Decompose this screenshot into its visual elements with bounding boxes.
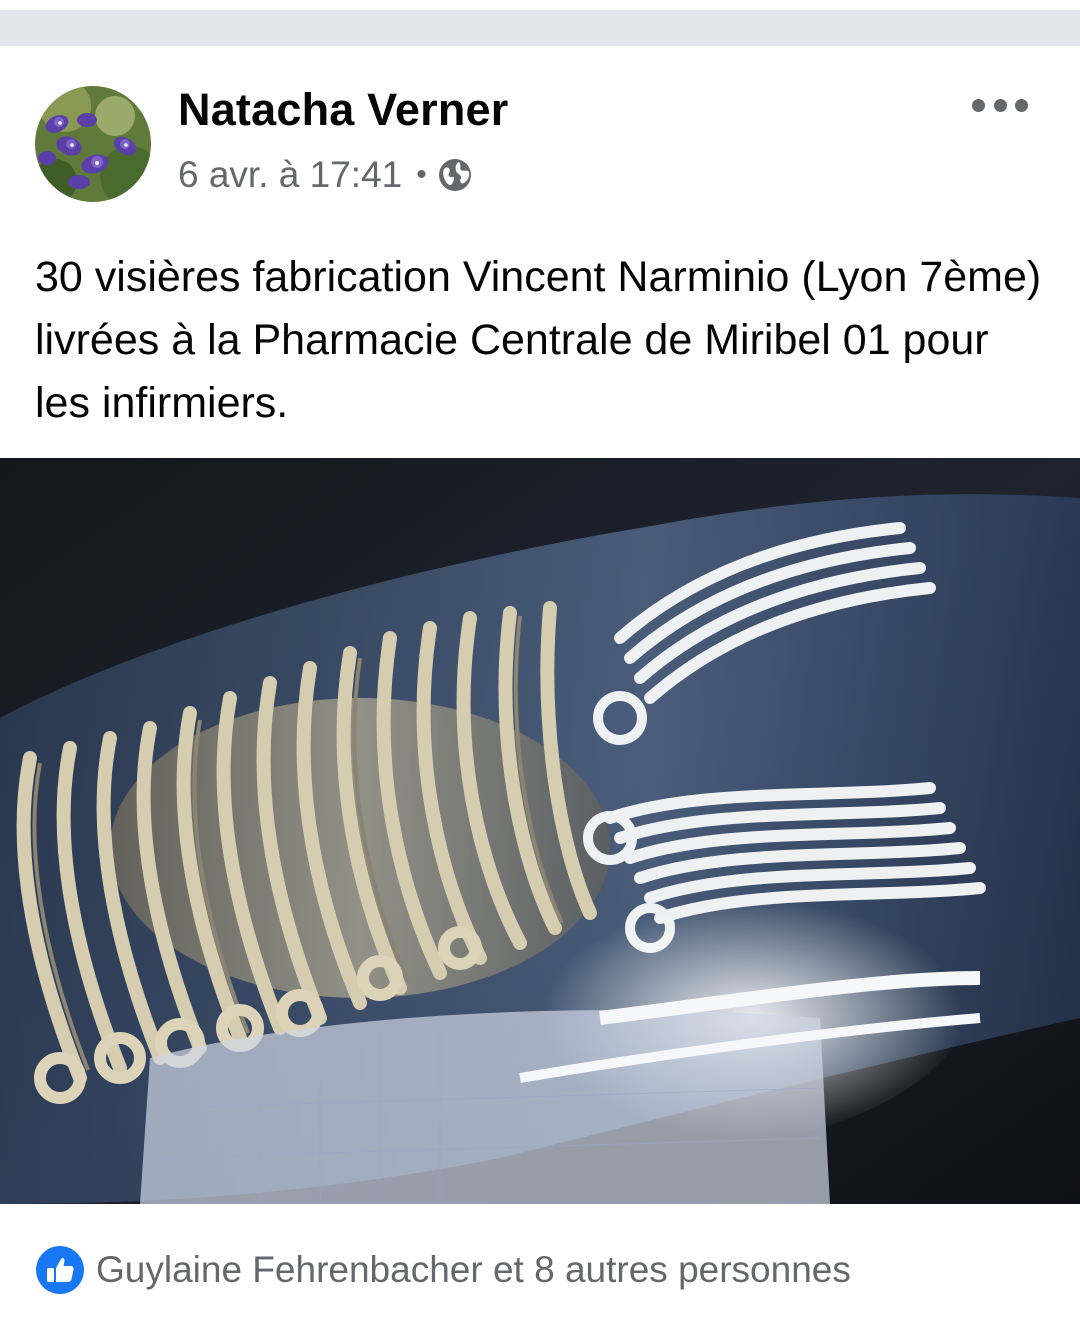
- meta-separator: •: [416, 158, 427, 191]
- post-photo[interactable]: [0, 458, 1080, 1204]
- post-timestamp[interactable]: 6 avr. à 17:41: [178, 154, 402, 196]
- reactions-text[interactable]: Guylaine Fehrenbacher et 8 autres person…: [96, 1249, 851, 1291]
- author-avatar[interactable]: [35, 86, 151, 202]
- like-icon: [36, 1246, 84, 1294]
- reactions-summary[interactable]: Guylaine Fehrenbacher et 8 autres person…: [36, 1246, 851, 1294]
- avatar-violets-image: [35, 86, 151, 202]
- more-dot: [993, 98, 1007, 112]
- more-dot: [1015, 98, 1028, 112]
- author-name[interactable]: Natacha Verner: [178, 84, 508, 136]
- globe-icon: [438, 159, 471, 191]
- more-dot: [972, 98, 985, 112]
- more-options-button[interactable]: [972, 88, 1028, 122]
- post-text: 30 visières fabrication Vincent Narminio…: [35, 253, 1042, 427]
- feed-separator: [0, 0, 1080, 46]
- post-meta: 6 avr. à 17:41 •: [178, 154, 473, 196]
